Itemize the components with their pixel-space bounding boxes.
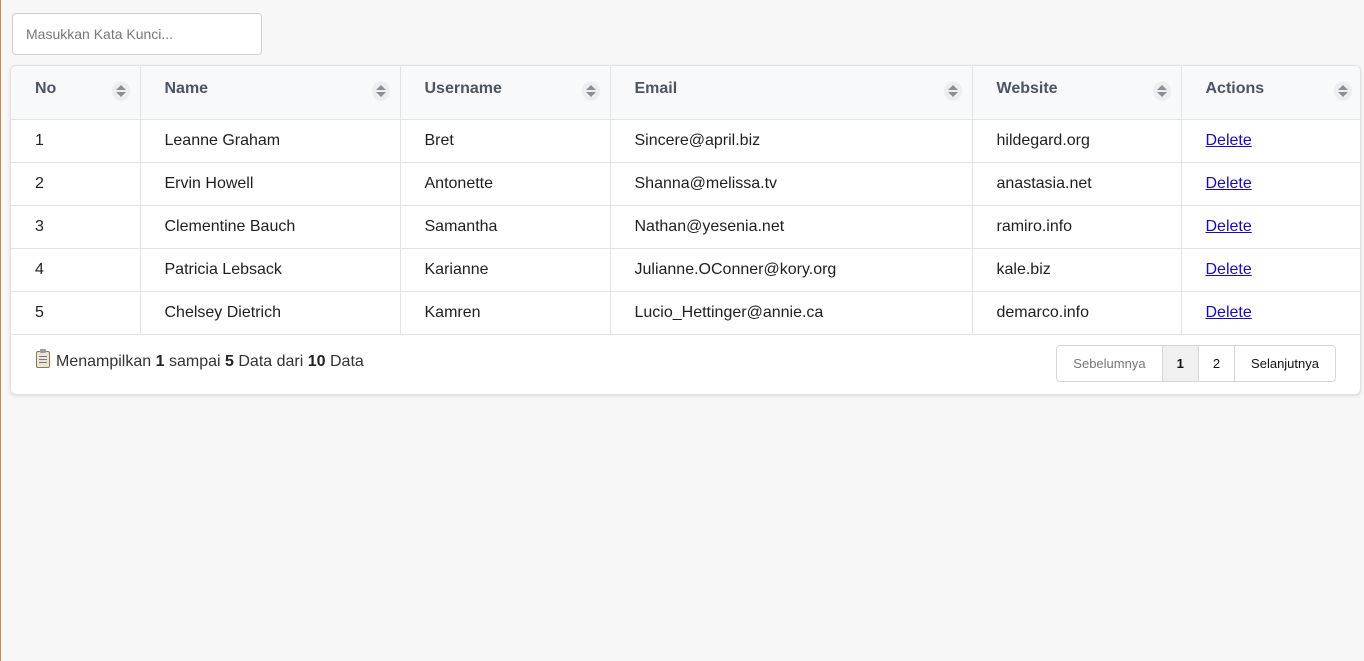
sort-icon[interactable] <box>111 81 130 101</box>
cell-name: Chelsey Dietrich <box>140 291 401 335</box>
cell-username: Kamren <box>400 291 611 335</box>
delete-link[interactable]: Delete <box>1206 218 1252 235</box>
page-button-2[interactable]: 2 <box>1198 346 1236 381</box>
cell-email: Julianne.OConner@kory.org <box>610 248 973 292</box>
cell-name: Patricia Lebsack <box>140 248 401 292</box>
pagination-summary: Menampilkan 1 sampai 5 Data dari 10 Data <box>36 349 364 371</box>
table-row: 5 Chelsey Dietrich Kamren Lucio_Hettinge… <box>11 291 1360 335</box>
sort-icon[interactable] <box>943 81 962 101</box>
delete-link[interactable]: Delete <box>1206 132 1252 149</box>
users-table: No Name Username Email Website Actions 1… <box>11 66 1360 335</box>
table-header-row: No Name Username Email Website Actions <box>11 66 1360 120</box>
column-header-website[interactable]: Website <box>972 66 1182 120</box>
cell-name: Clementine Bauch <box>140 205 401 249</box>
cell-username: Karianne <box>400 248 611 292</box>
cell-no: 3 <box>11 205 141 249</box>
cell-no: 5 <box>11 291 141 335</box>
cell-website: anastasia.net <box>972 162 1182 206</box>
data-table-card: No Name Username Email Website Actions 1… <box>10 65 1361 395</box>
delete-link[interactable]: Delete <box>1206 304 1252 321</box>
column-header-no[interactable]: No <box>11 66 141 120</box>
column-header-username[interactable]: Username <box>400 66 611 120</box>
cell-actions: Delete <box>1181 119 1360 163</box>
clipboard-icon <box>36 349 50 368</box>
cell-no: 4 <box>11 248 141 292</box>
cell-email: Shanna@melissa.tv <box>610 162 973 206</box>
cell-website: demarco.info <box>972 291 1182 335</box>
column-header-actions[interactable]: Actions <box>1181 66 1360 120</box>
column-header-email[interactable]: Email <box>610 66 973 120</box>
cell-website: hildegard.org <box>972 119 1182 163</box>
sort-icon[interactable] <box>1152 81 1171 101</box>
cell-username: Bret <box>400 119 611 163</box>
column-header-name[interactable]: Name <box>140 66 401 120</box>
cell-email: Sincere@april.biz <box>610 119 973 163</box>
cell-username: Samantha <box>400 205 611 249</box>
cell-actions: Delete <box>1181 205 1360 249</box>
table-footer: Menampilkan 1 sampai 5 Data dari 10 Data… <box>11 333 1360 394</box>
cell-name: Leanne Graham <box>140 119 401 163</box>
cell-website: ramiro.info <box>972 205 1182 249</box>
cell-name: Ervin Howell <box>140 162 401 206</box>
table-row: 3 Clementine Bauch Samantha Nathan@yesen… <box>11 205 1360 249</box>
cell-actions: Delete <box>1181 291 1360 335</box>
table-row: 4 Patricia Lebsack Karianne Julianne.OCo… <box>11 248 1360 292</box>
cell-actions: Delete <box>1181 162 1360 206</box>
sort-icon[interactable] <box>371 81 390 101</box>
page-button-1[interactable]: 1 <box>1162 346 1199 381</box>
cell-email: Nathan@yesenia.net <box>610 205 973 249</box>
table-row: 2 Ervin Howell Antonette Shanna@melissa.… <box>11 162 1360 206</box>
delete-link[interactable]: Delete <box>1206 261 1252 278</box>
cell-actions: Delete <box>1181 248 1360 292</box>
table-row: 1 Leanne Graham Bret Sincere@april.biz h… <box>11 119 1360 163</box>
previous-page-button[interactable]: Sebelumnya <box>1057 346 1163 381</box>
sort-icon[interactable] <box>581 81 600 101</box>
cell-no: 2 <box>11 162 141 206</box>
sort-icon[interactable] <box>1334 81 1352 101</box>
pagination: Sebelumnya 1 2 Selanjutnya <box>1056 345 1336 382</box>
delete-link[interactable]: Delete <box>1206 175 1252 192</box>
cell-website: kale.biz <box>972 248 1182 292</box>
cell-email: Lucio_Hettinger@annie.ca <box>610 291 973 335</box>
next-page-button[interactable]: Selanjutnya <box>1235 346 1335 381</box>
cell-username: Antonette <box>400 162 611 206</box>
search-input[interactable] <box>12 13 262 55</box>
cell-no: 1 <box>11 119 141 163</box>
